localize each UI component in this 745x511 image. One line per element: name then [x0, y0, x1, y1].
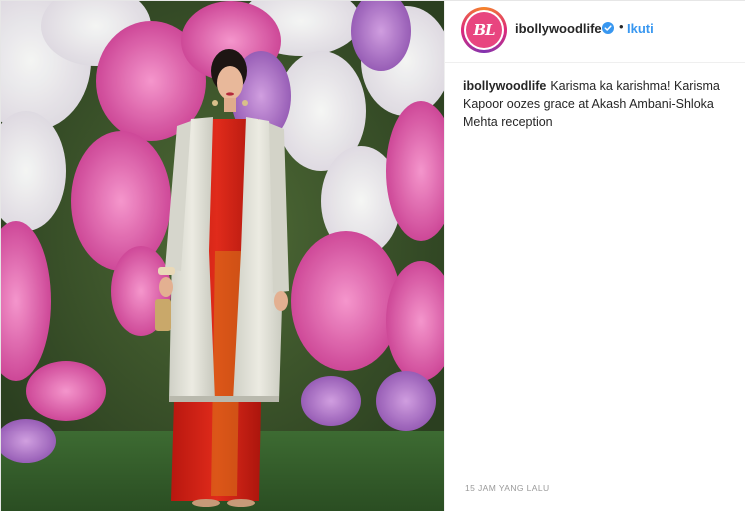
avatar-frame: BL: [464, 10, 504, 50]
post-caption: ibollywoodlife Karisma ka karishma! Karis…: [463, 77, 733, 131]
post-photo[interactable]: [1, 1, 444, 511]
post-photo-image: [1, 1, 444, 511]
verified-badge-icon: [602, 22, 614, 34]
post-header: BL ibollywoodlife • Ikuti: [445, 1, 745, 63]
instagram-post-embed: BL ibollywoodlife • Ikuti ibollywoodlife…: [0, 0, 745, 511]
post-timestamp[interactable]: 15 JAM YANG LALU: [465, 483, 550, 493]
avatar: BL: [466, 12, 502, 48]
post-sidebar: BL ibollywoodlife • Ikuti ibollywoodlife…: [444, 1, 745, 511]
username-link[interactable]: ibollywoodlife: [515, 21, 602, 36]
follow-button[interactable]: Ikuti: [627, 21, 654, 36]
header-separator: •: [619, 19, 624, 34]
caption-username-link[interactable]: ibollywoodlife: [463, 79, 546, 93]
avatar-story-ring[interactable]: BL: [461, 7, 507, 53]
